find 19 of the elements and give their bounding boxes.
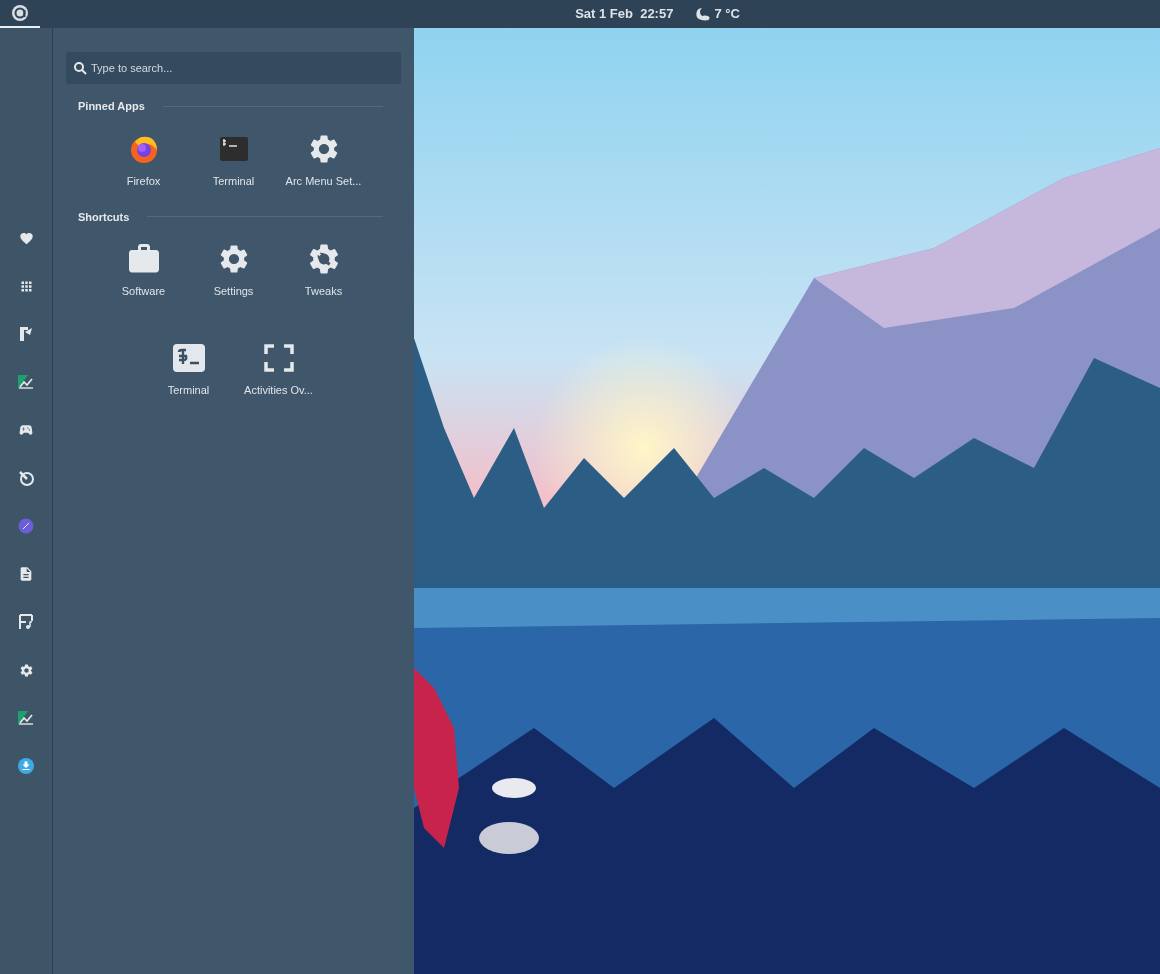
- app-launcher[interactable]: Software: [98, 241, 189, 303]
- search-field[interactable]: Type to search...: [66, 52, 401, 84]
- weather-temperature[interactable]: 7 °C: [714, 4, 740, 24]
- logo-icon: [11, 4, 29, 22]
- app-launcher[interactable]: Terminal: [188, 130, 279, 193]
- app-launcher[interactable]: Firefox: [98, 130, 189, 193]
- terminal-icon: [171, 343, 206, 373]
- fullscreen-icon: [263, 344, 294, 372]
- app-launcher[interactable]: Arc Menu Set...: [278, 130, 369, 193]
- app-launcher[interactable]: Activities Ov...: [233, 340, 324, 402]
- app-launcher[interactable]: Settings: [188, 241, 279, 303]
- section-heading: Shortcuts: [78, 209, 130, 225]
- search-icon: [74, 62, 87, 75]
- terminal-icon: [219, 136, 248, 161]
- app-launcher[interactable]: Terminal: [143, 340, 234, 402]
- app-launcher[interactable]: Tweaks: [278, 241, 369, 303]
- date-time[interactable]: Sat 1 Feb 22:57: [575, 4, 674, 24]
- section-heading: Pinned Apps: [78, 99, 145, 114]
- moon-cloud-icon: [695, 7, 711, 21]
